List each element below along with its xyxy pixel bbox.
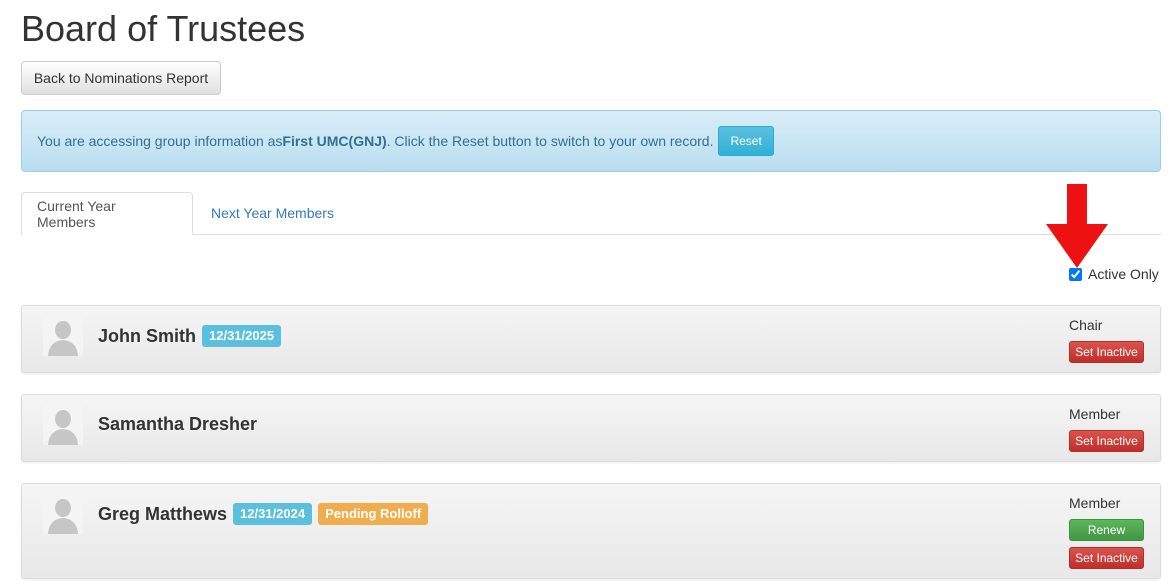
term-end-badge: 12/31/2024 xyxy=(233,503,313,525)
pending-rolloff-badge: Pending Rolloff xyxy=(318,503,429,525)
set-inactive-button[interactable]: Set Inactive xyxy=(1069,430,1144,452)
member-name-row: John Smith 12/31/2025 xyxy=(98,325,282,347)
member-tabs: Current Year Members Next Year Members xyxy=(21,192,1161,235)
member-name-row: Greg Matthews 12/31/2024 Pending Rolloff xyxy=(98,503,429,525)
renew-button[interactable]: Renew xyxy=(1069,519,1144,541)
set-inactive-button[interactable]: Set Inactive xyxy=(1069,547,1144,569)
member-name: John Smith xyxy=(98,325,196,346)
impersonation-alert: You are accessing group information as F… xyxy=(21,110,1161,172)
default-person-icon xyxy=(43,494,83,534)
set-inactive-button[interactable]: Set Inactive xyxy=(1069,341,1144,363)
active-only-label: Active Only xyxy=(1088,266,1159,282)
alert-text-suffix: . Click the Reset button to switch to yo… xyxy=(386,133,714,149)
default-person-icon xyxy=(43,316,83,356)
member-name: Greg Matthews xyxy=(98,503,228,524)
active-only-filter[interactable]: Active Only xyxy=(1069,266,1159,282)
member-name-row: Samantha Dresher xyxy=(98,414,257,435)
member-role: Member xyxy=(1069,406,1121,422)
member-role: Member xyxy=(1069,495,1121,511)
page-title: Board of Trustees xyxy=(21,8,306,49)
default-person-icon xyxy=(43,405,83,445)
back-to-nominations-button[interactable]: Back to Nominations Report xyxy=(21,61,221,95)
term-end-badge: 12/31/2025 xyxy=(202,325,282,347)
active-only-checkbox[interactable] xyxy=(1069,267,1082,281)
tab-next-year-members[interactable]: Next Year Members xyxy=(196,192,349,234)
tab-current-year-members[interactable]: Current Year Members xyxy=(21,192,193,235)
member-card: Samantha Dresher Member Set Inactive xyxy=(21,394,1161,462)
reset-button[interactable]: Reset xyxy=(718,126,774,156)
member-card: Greg Matthews 12/31/2024 Pending Rolloff… xyxy=(21,483,1161,579)
alert-group-name: First UMC(GNJ) xyxy=(282,133,387,149)
alert-text-prefix: You are accessing group information as xyxy=(37,133,283,149)
member-card: John Smith 12/31/2025 Chair Set Inactive xyxy=(21,305,1161,373)
member-role: Chair xyxy=(1069,317,1103,333)
red-arrow-down-icon xyxy=(1046,184,1108,268)
member-name: Samantha Dresher xyxy=(98,414,258,434)
